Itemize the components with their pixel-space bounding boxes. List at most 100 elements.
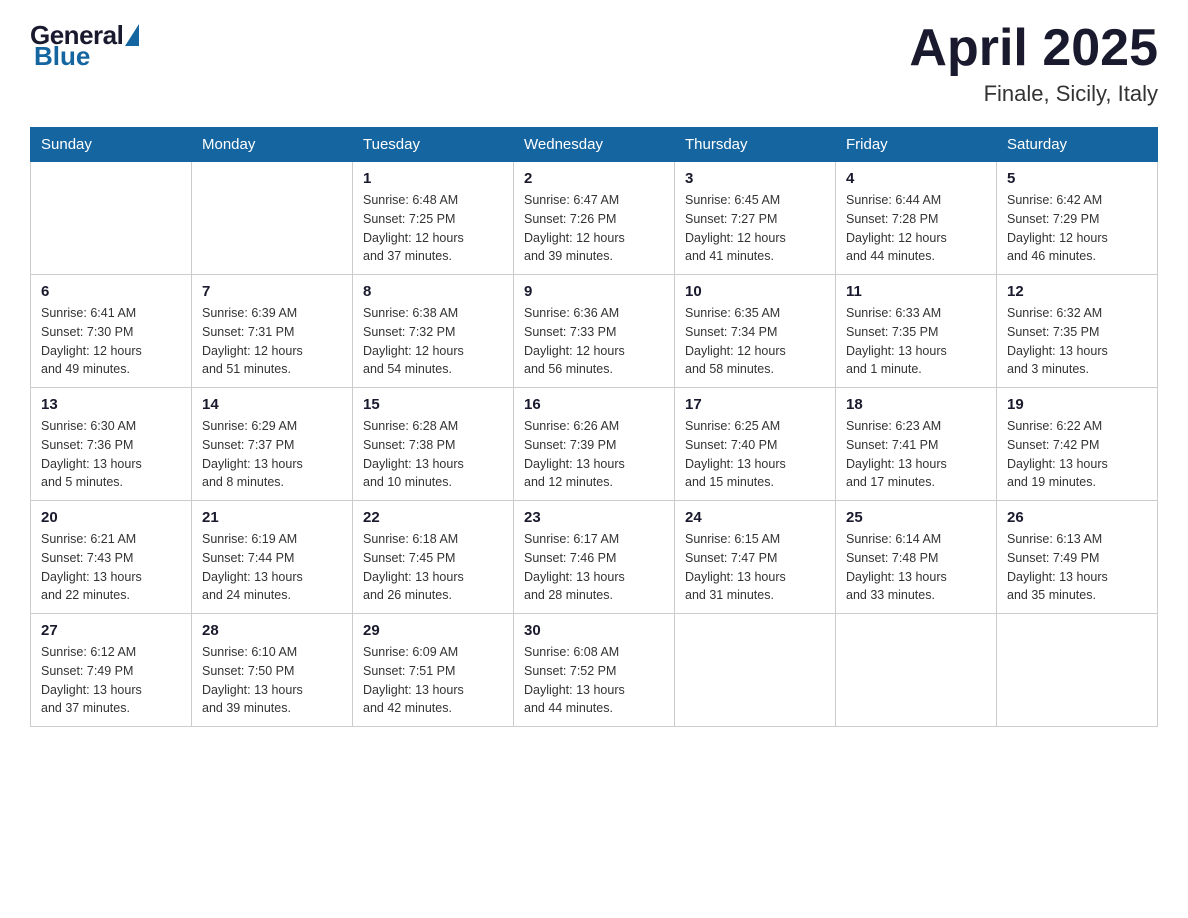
calendar-cell: 9 Sunrise: 6:36 AM Sunset: 7:33 PM Daylig… — [514, 275, 675, 388]
day-info: Sunrise: 6:14 AM Sunset: 7:48 PM Dayligh… — [846, 530, 986, 605]
calendar-week-row: 1 Sunrise: 6:48 AM Sunset: 7:25 PM Daylig… — [31, 162, 1158, 275]
day-number: 23 — [524, 509, 664, 526]
page-header: General Blue April 2025 Finale, Sicily, … — [30, 20, 1158, 107]
day-number: 22 — [363, 509, 503, 526]
logo: General Blue — [30, 20, 139, 72]
calendar-cell: 20 Sunrise: 6:21 AM Sunset: 7:43 PM Dayli… — [31, 501, 192, 614]
calendar-cell — [192, 162, 353, 275]
calendar-cell: 15 Sunrise: 6:28 AM Sunset: 7:38 PM Dayli… — [353, 388, 514, 501]
calendar-cell: 13 Sunrise: 6:30 AM Sunset: 7:36 PM Dayli… — [31, 388, 192, 501]
calendar-cell: 7 Sunrise: 6:39 AM Sunset: 7:31 PM Daylig… — [192, 275, 353, 388]
weekday-header-friday: Friday — [836, 128, 997, 162]
day-info: Sunrise: 6:29 AM Sunset: 7:37 PM Dayligh… — [202, 417, 342, 492]
day-info: Sunrise: 6:48 AM Sunset: 7:25 PM Dayligh… — [363, 191, 503, 266]
calendar-cell: 14 Sunrise: 6:29 AM Sunset: 7:37 PM Dayli… — [192, 388, 353, 501]
day-number: 3 — [685, 170, 825, 187]
day-number: 18 — [846, 396, 986, 413]
day-info: Sunrise: 6:47 AM Sunset: 7:26 PM Dayligh… — [524, 191, 664, 266]
day-number: 15 — [363, 396, 503, 413]
day-info: Sunrise: 6:26 AM Sunset: 7:39 PM Dayligh… — [524, 417, 664, 492]
day-number: 13 — [41, 396, 181, 413]
day-info: Sunrise: 6:44 AM Sunset: 7:28 PM Dayligh… — [846, 191, 986, 266]
day-number: 4 — [846, 170, 986, 187]
day-info: Sunrise: 6:09 AM Sunset: 7:51 PM Dayligh… — [363, 643, 503, 718]
day-number: 11 — [846, 283, 986, 300]
day-number: 1 — [363, 170, 503, 187]
day-info: Sunrise: 6:35 AM Sunset: 7:34 PM Dayligh… — [685, 304, 825, 379]
day-info: Sunrise: 6:42 AM Sunset: 7:29 PM Dayligh… — [1007, 191, 1147, 266]
calendar-cell: 24 Sunrise: 6:15 AM Sunset: 7:47 PM Dayli… — [675, 501, 836, 614]
day-info: Sunrise: 6:21 AM Sunset: 7:43 PM Dayligh… — [41, 530, 181, 605]
day-number: 21 — [202, 509, 342, 526]
logo-triangle-icon — [125, 24, 139, 46]
day-number: 8 — [363, 283, 503, 300]
calendar-week-row: 27 Sunrise: 6:12 AM Sunset: 7:49 PM Dayli… — [31, 614, 1158, 727]
weekday-header-wednesday: Wednesday — [514, 128, 675, 162]
weekday-header-thursday: Thursday — [675, 128, 836, 162]
calendar-cell: 16Sunrise: 6:26 AM Sunset: 7:39 PM Dayli… — [514, 388, 675, 501]
calendar-cell: 19Sunrise: 6:22 AM Sunset: 7:42 PM Dayli… — [997, 388, 1158, 501]
calendar-cell: 26 Sunrise: 6:13 AM Sunset: 7:49 PM Dayli… — [997, 501, 1158, 614]
calendar-cell: 22Sunrise: 6:18 AM Sunset: 7:45 PM Dayli… — [353, 501, 514, 614]
day-number: 20 — [41, 509, 181, 526]
day-number: 7 — [202, 283, 342, 300]
day-number: 6 — [41, 283, 181, 300]
day-info: Sunrise: 6:45 AM Sunset: 7:27 PM Dayligh… — [685, 191, 825, 266]
calendar-table: SundayMondayTuesdayWednesdayThursdayFrid… — [30, 127, 1158, 727]
day-number: 26 — [1007, 509, 1147, 526]
day-info: Sunrise: 6:13 AM Sunset: 7:49 PM Dayligh… — [1007, 530, 1147, 605]
location-subtitle: Finale, Sicily, Italy — [909, 81, 1158, 107]
day-info: Sunrise: 6:08 AM Sunset: 7:52 PM Dayligh… — [524, 643, 664, 718]
day-info: Sunrise: 6:28 AM Sunset: 7:38 PM Dayligh… — [363, 417, 503, 492]
day-number: 27 — [41, 622, 181, 639]
day-info: Sunrise: 6:39 AM Sunset: 7:31 PM Dayligh… — [202, 304, 342, 379]
calendar-cell: 28Sunrise: 6:10 AM Sunset: 7:50 PM Dayli… — [192, 614, 353, 727]
day-info: Sunrise: 6:33 AM Sunset: 7:35 PM Dayligh… — [846, 304, 986, 379]
day-number: 24 — [685, 509, 825, 526]
calendar-cell: 11 Sunrise: 6:33 AM Sunset: 7:35 PM Dayli… — [836, 275, 997, 388]
day-number: 5 — [1007, 170, 1147, 187]
logo-blue-text: Blue — [34, 41, 90, 72]
day-info: Sunrise: 6:17 AM Sunset: 7:46 PM Dayligh… — [524, 530, 664, 605]
weekday-header-tuesday: Tuesday — [353, 128, 514, 162]
day-info: Sunrise: 6:30 AM Sunset: 7:36 PM Dayligh… — [41, 417, 181, 492]
day-number: 17 — [685, 396, 825, 413]
day-number: 10 — [685, 283, 825, 300]
calendar-cell: 1 Sunrise: 6:48 AM Sunset: 7:25 PM Daylig… — [353, 162, 514, 275]
title-section: April 2025 Finale, Sicily, Italy — [909, 20, 1158, 107]
calendar-cell: 30 Sunrise: 6:08 AM Sunset: 7:52 PM Dayli… — [514, 614, 675, 727]
day-number: 14 — [202, 396, 342, 413]
calendar-cell: 17 Sunrise: 6:25 AM Sunset: 7:40 PM Dayli… — [675, 388, 836, 501]
day-info: Sunrise: 6:12 AM Sunset: 7:49 PM Dayligh… — [41, 643, 181, 718]
calendar-cell: 27 Sunrise: 6:12 AM Sunset: 7:49 PM Dayli… — [31, 614, 192, 727]
calendar-cell: 4 Sunrise: 6:44 AM Sunset: 7:28 PM Daylig… — [836, 162, 997, 275]
calendar-week-row: 13 Sunrise: 6:30 AM Sunset: 7:36 PM Dayli… — [31, 388, 1158, 501]
day-number: 29 — [363, 622, 503, 639]
day-info: Sunrise: 6:41 AM Sunset: 7:30 PM Dayligh… — [41, 304, 181, 379]
calendar-cell — [31, 162, 192, 275]
calendar-cell: 25Sunrise: 6:14 AM Sunset: 7:48 PM Dayli… — [836, 501, 997, 614]
day-number: 12 — [1007, 283, 1147, 300]
day-info: Sunrise: 6:36 AM Sunset: 7:33 PM Dayligh… — [524, 304, 664, 379]
day-number: 2 — [524, 170, 664, 187]
calendar-cell: 12Sunrise: 6:32 AM Sunset: 7:35 PM Dayli… — [997, 275, 1158, 388]
day-info: Sunrise: 6:15 AM Sunset: 7:47 PM Dayligh… — [685, 530, 825, 605]
day-info: Sunrise: 6:10 AM Sunset: 7:50 PM Dayligh… — [202, 643, 342, 718]
weekday-header-row: SundayMondayTuesdayWednesdayThursdayFrid… — [31, 128, 1158, 162]
calendar-cell: 18Sunrise: 6:23 AM Sunset: 7:41 PM Dayli… — [836, 388, 997, 501]
calendar-cell — [836, 614, 997, 727]
calendar-cell: 3 Sunrise: 6:45 AM Sunset: 7:27 PM Daylig… — [675, 162, 836, 275]
calendar-cell — [675, 614, 836, 727]
day-info: Sunrise: 6:25 AM Sunset: 7:40 PM Dayligh… — [685, 417, 825, 492]
day-number: 19 — [1007, 396, 1147, 413]
day-number: 9 — [524, 283, 664, 300]
calendar-cell: 8 Sunrise: 6:38 AM Sunset: 7:32 PM Daylig… — [353, 275, 514, 388]
calendar-cell — [997, 614, 1158, 727]
weekday-header-saturday: Saturday — [997, 128, 1158, 162]
day-number: 30 — [524, 622, 664, 639]
weekday-header-monday: Monday — [192, 128, 353, 162]
day-info: Sunrise: 6:38 AM Sunset: 7:32 PM Dayligh… — [363, 304, 503, 379]
calendar-week-row: 20 Sunrise: 6:21 AM Sunset: 7:43 PM Dayli… — [31, 501, 1158, 614]
month-year-title: April 2025 — [909, 20, 1158, 77]
calendar-cell: 29 Sunrise: 6:09 AM Sunset: 7:51 PM Dayli… — [353, 614, 514, 727]
